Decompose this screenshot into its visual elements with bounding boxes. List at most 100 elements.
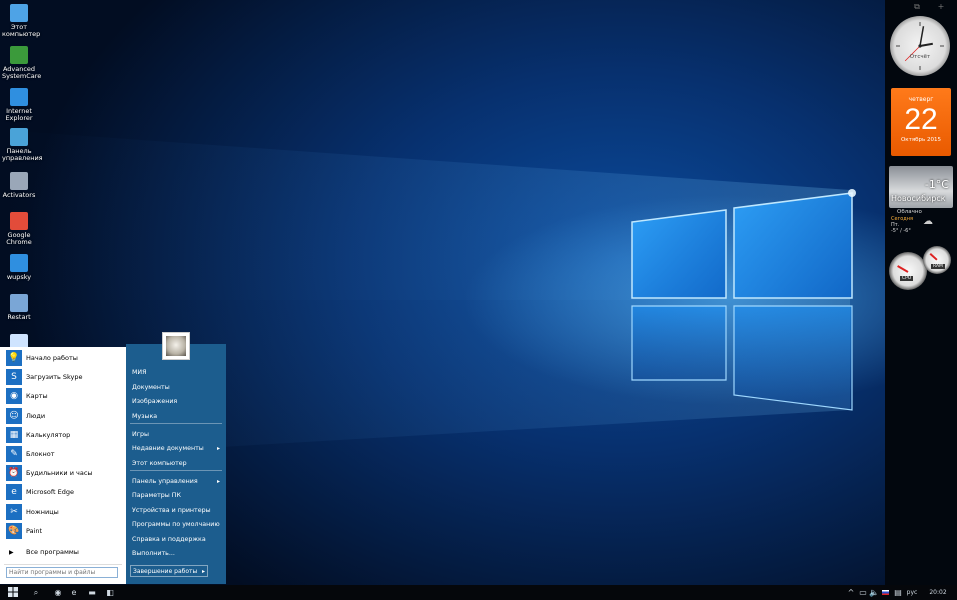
desktop-icon[interactable]: Activators [2,172,36,199]
action-center-icon[interactable]: ▤ [893,587,903,598]
start-program-label: Paint [26,526,43,535]
start-place-item[interactable]: Выполнить... [132,547,224,561]
desktop-icon-label: Restart [7,313,31,321]
desktop-icon[interactable]: Advanced SystemCare [2,46,42,80]
start-program-label: Люди [26,411,46,420]
cpu-meter-gadget[interactable]: CPU RAM [889,246,955,290]
start-program-label: Карты [26,392,48,401]
ram-label: RAM [931,264,945,269]
start-place-item[interactable]: Панель управления ▸ [132,475,224,489]
windows-icon [8,587,18,597]
desktop-icon-label: Activators [2,191,36,199]
start-menu-programs: 💡 Начало работы S Загрузить Skype ◉ Карты ☺ Люд… [0,347,126,584]
start-place-item[interactable]: Игры [132,428,224,442]
start-place-item[interactable]: Программы по умолчанию [132,518,224,532]
start-place-item[interactable]: Музыка [132,410,224,424]
start-program-label: Ножницы [26,507,59,516]
shortcut-icon [10,212,28,230]
start-place-label: Изображения [132,398,178,405]
start-place-label: Справка и поддержка [132,536,206,543]
ram-dial [923,246,951,274]
start-program-item[interactable]: ☺ Люди [6,407,124,425]
start-program-item[interactable]: 🎨 Paint [6,522,124,540]
start-program-label: Будильники и часы [26,469,93,478]
start-program-label: Калькулятор [26,430,71,439]
notepad-icon: ✎ [6,446,22,462]
language-indicator[interactable]: рус [905,587,919,598]
desktop-icon[interactable]: Google Chrome [2,212,36,246]
shortcut-icon [10,4,28,22]
tray-chevron[interactable]: ^ [846,587,856,598]
start-program-item[interactable]: e Microsoft Edge [6,484,124,501]
window-icon[interactable]: ⧉ [913,3,921,11]
start-program-item[interactable]: ✎ Блокнот [6,446,124,463]
start-program-label: Начало работы [26,354,78,362]
weather-gadget[interactable]: -1°C Новосибирск Облачно Сегодня Пт. -5°… [889,166,953,236]
shutdown-button[interactable]: Завершение работы ▸ [130,565,208,577]
explorer-taskbar-icon[interactable]: ▬ [86,587,98,598]
start-program-item[interactable]: ▦ Калькулятор [6,426,124,444]
all-programs-button[interactable]: ▶ Все программы [6,544,124,561]
start-menu-places: МИЯ Документы Изображения Музыка Игры Недавни… [126,332,226,584]
start-program-item[interactable]: ◉ Карты [6,388,124,405]
start-program-item[interactable]: S Загрузить Skype [6,369,124,386]
weather-condition: Облачно [897,209,922,215]
start-place-label: Устройства и принтеры [132,507,211,514]
start-place-item[interactable]: Справка и поддержка [132,533,224,547]
user-avatar[interactable] [162,332,190,360]
start-place-label: Выполнить... [132,550,175,557]
network-icon[interactable]: ▭ [858,587,868,598]
start-place-item[interactable]: Недавние документы ▸ [132,442,224,456]
cloud-icon: ☁ [923,216,933,227]
shutdown-label: Завершение работы [133,568,198,575]
start-button[interactable] [6,587,20,598]
start-program-item[interactable]: ⏰ Будильники и часы [6,465,124,482]
desktop-icon[interactable]: wupsky [2,254,36,281]
desktop-icon-label: Advanced SystemCare [2,65,42,80]
start-program-label: Microsoft Edge [26,488,75,497]
desktop-icon-label: Google Chrome [6,231,32,246]
desktop-icon[interactable]: Restart [2,294,36,321]
plus-icon[interactable]: + [937,3,945,11]
start-place-label: Параметры ПК [132,492,181,499]
start-place-label: Программы по умолчанию [132,521,220,528]
desktop-icon-label: wupsky [6,273,32,281]
start-place-label: Этот компьютер [132,460,187,467]
chrome-taskbar-icon[interactable]: ◉ [52,587,64,598]
search-icon[interactable]: ⌕ [30,587,42,598]
desktop-icon[interactable]: Этот компьютер [2,4,40,38]
skype-icon: S [6,369,22,386]
submenu-arrow-icon: ▸ [216,445,220,452]
start-program-item[interactable]: ✂ Ножницы [6,503,124,521]
lightbulb-icon: 💡 [6,350,22,366]
desktop-icon[interactable]: Панель управления [2,128,43,162]
calendar-gadget[interactable]: четверг 22 Октябрь 2015 [891,88,951,156]
start-place-item[interactable]: Документы [132,381,224,395]
store-taskbar-icon[interactable]: ◧ [104,587,116,598]
calendar-weekday: четверг [908,96,934,103]
clock-face [896,22,944,70]
shortcut-icon [10,46,28,64]
desktop-icon[interactable]: Internet Explorer [2,88,36,122]
start-place-label: Игры [132,431,149,438]
start-place-label: МИЯ [132,369,147,376]
search-input[interactable] [6,567,118,578]
start-program-label: Блокнот [26,450,55,458]
start-place-item[interactable]: Параметры ПК [132,489,224,503]
clock-gadget[interactable]: Отсчёт [890,16,950,76]
start-place-item[interactable]: Этот компьютер [132,457,224,471]
flag-icon[interactable] [880,587,890,598]
start-program-item[interactable]: 💡 Начало работы [6,350,124,367]
start-place-label: Недавние документы [132,445,204,452]
volume-icon[interactable]: 🔈 [869,587,879,598]
desktop-icon-label: Панель управления [2,147,43,162]
start-place-item[interactable]: Устройства и принтеры [132,504,224,518]
shutdown-arrow[interactable]: ▸ [202,566,205,578]
clock-time[interactable]: 20:02 [926,587,950,598]
gadget-sidebar: ⧉ + Отсчёт четверг 22 Октябрь 2015 -1°C … [885,0,957,585]
edge-taskbar-icon[interactable]: e [68,587,80,598]
start-place-item[interactable]: МИЯ [132,366,224,380]
clock-minute-hand [919,26,925,47]
start-place-item[interactable]: Изображения [132,395,224,409]
start-place-label: Музыка [132,413,158,420]
